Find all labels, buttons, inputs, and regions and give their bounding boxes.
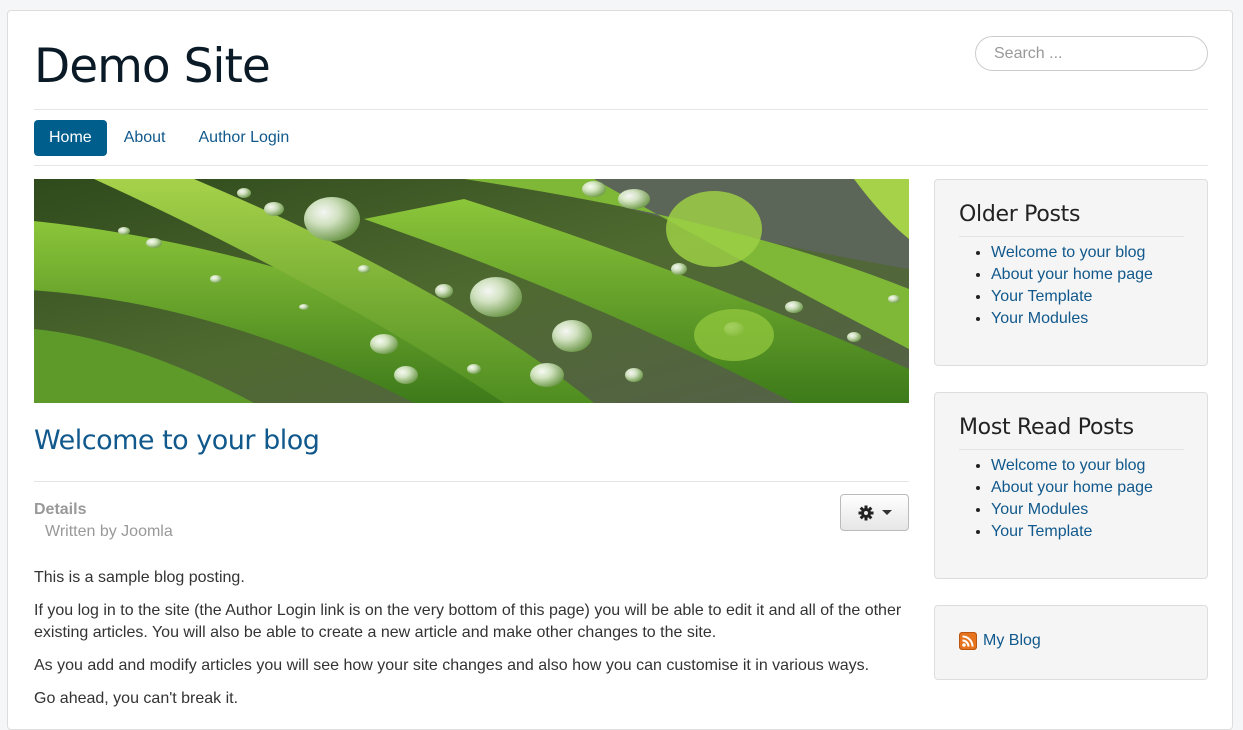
feed-link[interactable]: My Blog: [959, 632, 1041, 650]
list-item: Your Template: [991, 286, 1153, 308]
feed-module: My Blog: [934, 605, 1208, 680]
article-paragraph: Go ahead, you can't break it.: [34, 690, 239, 707]
nav-divider: [34, 165, 1208, 166]
nav-item-home[interactable]: Home: [34, 120, 107, 156]
module-divider: [959, 236, 1184, 237]
list-item: Your Modules: [991, 308, 1153, 330]
most-read-title: Most Read Posts: [959, 415, 1134, 440]
gear-icon: [858, 505, 873, 520]
nav-item-about[interactable]: About: [108, 120, 182, 156]
older-posts-list: Welcome to your blog About your home pag…: [959, 242, 1153, 330]
article-paragraph: This is a sample blog posting.: [34, 569, 245, 586]
most-read-link[interactable]: Welcome to your blog: [991, 457, 1145, 474]
most-read-link[interactable]: Your Modules: [991, 501, 1088, 518]
caret-down-icon: [881, 510, 892, 515]
article-tools-button[interactable]: [840, 494, 909, 531]
older-posts-title: Older Posts: [959, 202, 1081, 227]
article-title[interactable]: Welcome to your blog: [34, 425, 320, 456]
details-label: Details: [34, 501, 87, 518]
article-paragraph: As you add and modify articles you will …: [34, 657, 870, 674]
author-line: Written by Joomla: [45, 523, 173, 540]
most-read-module: Most Read Posts Welcome to your blog Abo…: [934, 392, 1208, 579]
older-post-link[interactable]: Your Modules: [991, 310, 1088, 327]
header-divider: [34, 109, 1208, 110]
site-title[interactable]: Demo Site: [34, 37, 271, 97]
search-input[interactable]: [975, 36, 1208, 71]
list-item: Your Template: [991, 521, 1153, 543]
list-item: Welcome to your blog: [991, 242, 1153, 264]
article-divider: [34, 481, 909, 482]
older-posts-module: Older Posts Welcome to your blog About y…: [934, 179, 1208, 366]
older-post-link[interactable]: About your home page: [991, 266, 1153, 283]
list-item: About your home page: [991, 264, 1153, 286]
older-post-link[interactable]: Welcome to your blog: [991, 244, 1145, 261]
nav-item-author-login[interactable]: Author Login: [183, 120, 306, 156]
module-divider: [959, 449, 1184, 450]
feed-label: My Blog: [983, 632, 1041, 649]
most-read-link[interactable]: About your home page: [991, 479, 1153, 496]
hero-image: [34, 179, 909, 403]
main-nav: Home About Author Login: [34, 120, 306, 156]
most-read-link[interactable]: Your Template: [991, 523, 1092, 540]
older-post-link[interactable]: Your Template: [991, 288, 1092, 305]
article-paragraph: If you log in to the site (the Author Lo…: [34, 602, 902, 641]
grass-droplets-graphic: [34, 179, 909, 403]
list-item: Welcome to your blog: [991, 455, 1153, 477]
list-item: Your Modules: [991, 499, 1153, 521]
list-item: About your home page: [991, 477, 1153, 499]
most-read-list: Welcome to your blog About your home pag…: [959, 455, 1153, 543]
page-container: Demo Site Home About Author Login: [7, 10, 1233, 730]
article-body: This is a sample blog posting. If you lo…: [34, 567, 909, 721]
rss-icon: [959, 632, 977, 650]
